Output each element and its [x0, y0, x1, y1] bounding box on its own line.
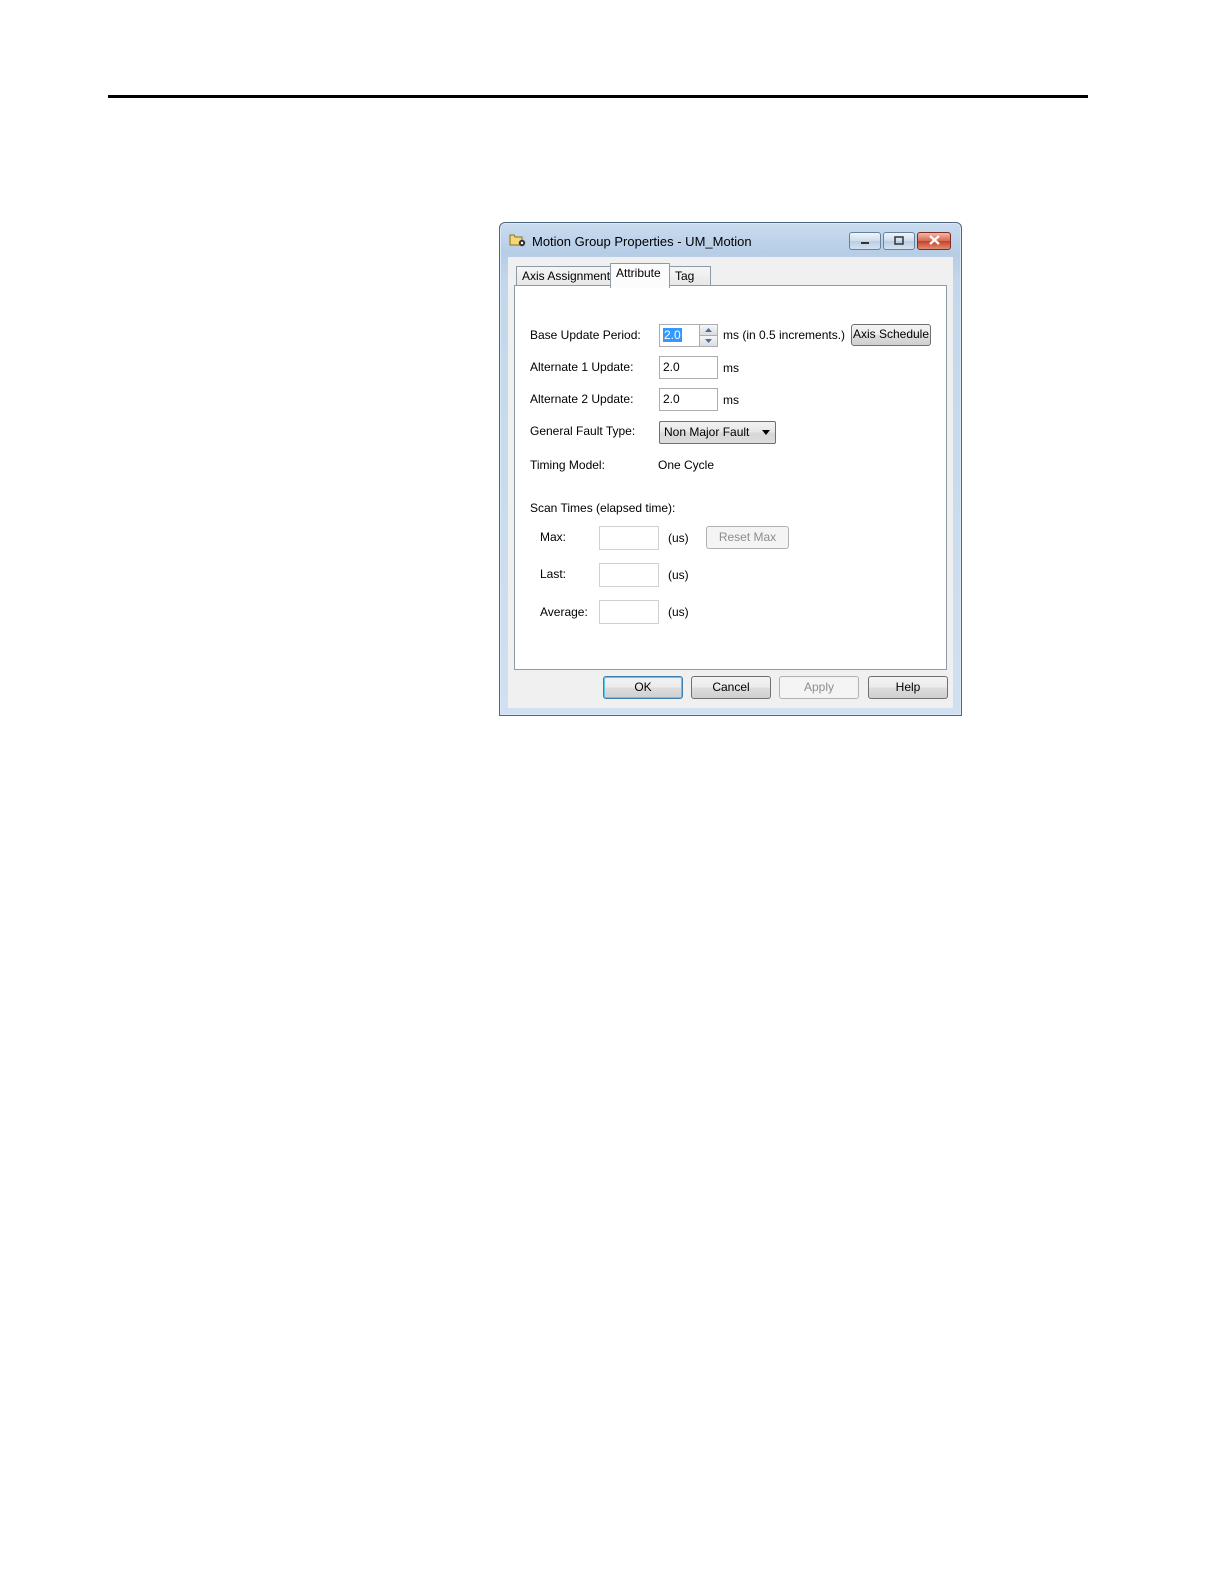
- title-bar[interactable]: Motion Group Properties - UM_Motion: [500, 223, 961, 257]
- reset-max-button[interactable]: Reset Max: [706, 526, 789, 549]
- alternate1-update-input[interactable]: 2.0: [659, 356, 718, 379]
- base-update-period-units: ms (in 0.5 increments.): [723, 328, 846, 342]
- base-update-period-stepper[interactable]: 2.0: [659, 324, 718, 347]
- scan-average-field: [599, 600, 659, 624]
- spin-down-icon[interactable]: [700, 335, 717, 346]
- alternate1-units: ms: [723, 361, 739, 375]
- scan-average-label: Average:: [540, 605, 588, 619]
- alternate1-update-label: Alternate 1 Update:: [530, 360, 634, 374]
- help-button[interactable]: Help: [868, 676, 948, 699]
- maximize-icon: [894, 232, 904, 250]
- page-rule: [108, 95, 1088, 98]
- base-update-period-label: Base Update Period:: [530, 328, 641, 342]
- spin-up-icon[interactable]: [700, 325, 717, 335]
- general-fault-type-select[interactable]: Non Major Fault: [659, 421, 776, 444]
- alternate2-units: ms: [723, 393, 739, 407]
- scan-average-units: (us): [668, 605, 689, 619]
- tab-attribute[interactable]: Attribute: [610, 263, 670, 288]
- dialog-client-area: Axis Assignment Attribute Tag Base Updat…: [508, 257, 953, 708]
- cancel-button[interactable]: Cancel: [691, 676, 771, 699]
- tab-tag[interactable]: Tag: [669, 266, 711, 286]
- minimize-icon: [860, 232, 870, 250]
- scan-times-heading: Scan Times (elapsed time):: [530, 501, 676, 515]
- timing-model-value: One Cycle: [658, 458, 715, 472]
- scan-last-units: (us): [668, 568, 689, 582]
- ok-button[interactable]: OK: [603, 676, 683, 699]
- scan-max-label: Max:: [540, 530, 567, 544]
- minimize-button[interactable]: [849, 232, 881, 250]
- scan-last-field: [599, 563, 659, 587]
- window-title: Motion Group Properties - UM_Motion: [532, 234, 752, 249]
- general-fault-type-value: Non Major Fault: [664, 425, 750, 439]
- folder-gear-icon: [509, 233, 527, 247]
- chevron-down-icon: [762, 430, 770, 435]
- attribute-panel: Base Update Period: 2.0 ms (in 0.5 incre…: [514, 285, 947, 670]
- general-fault-type-label: General Fault Type:: [530, 424, 636, 438]
- timing-model-label: Timing Model:: [530, 458, 605, 472]
- scan-max-units: (us): [668, 531, 689, 545]
- motion-group-properties-dialog: Motion Group Properties - UM_Motion Axis…: [499, 222, 962, 716]
- scan-last-label: Last:: [540, 567, 567, 581]
- close-icon: [928, 232, 940, 250]
- axis-schedule-button[interactable]: Axis Schedule: [851, 324, 931, 346]
- scan-max-field: [599, 526, 659, 550]
- apply-button[interactable]: Apply: [779, 676, 859, 699]
- tab-axis-assignment[interactable]: Axis Assignment: [516, 266, 611, 286]
- maximize-button[interactable]: [883, 232, 915, 250]
- base-update-period-value: 2.0: [663, 328, 682, 342]
- alternate2-update-label: Alternate 2 Update:: [530, 392, 634, 406]
- alternate2-update-input[interactable]: 2.0: [659, 388, 718, 411]
- close-button[interactable]: [917, 232, 951, 250]
